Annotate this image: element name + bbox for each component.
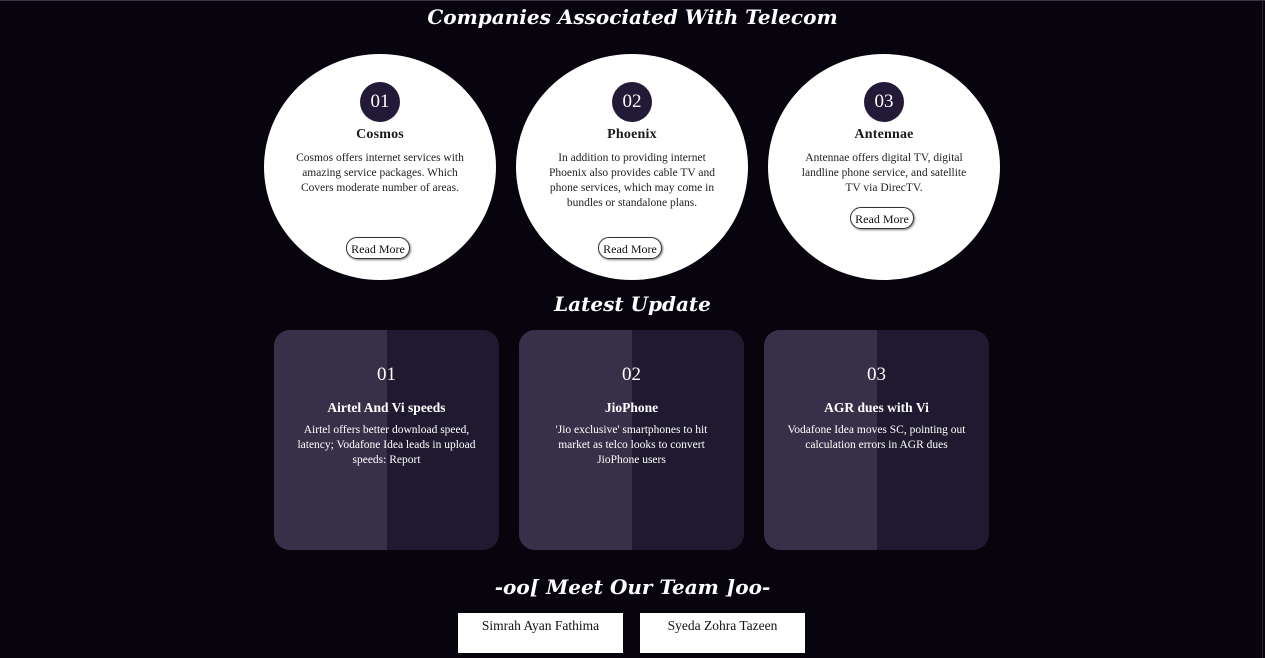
update-title: AGR dues with Vi — [824, 400, 929, 415]
company-card-antennae: 03 Antennae Antennae offers digital TV, … — [768, 54, 1000, 280]
update-card-airtel: 01 Airtel And Vi speeds Airtel offers be… — [274, 330, 499, 550]
update-number: 02 — [622, 364, 641, 385]
update-number: 01 — [377, 364, 396, 385]
scrollbar-edge — [1262, 0, 1263, 658]
company-name: Antennae — [854, 127, 914, 142]
team-member-card: Simrah Ayan Fathima — [458, 613, 623, 653]
company-card-phoenix: 02 Phoenix In addition to providing inte… — [516, 54, 748, 280]
company-number-badge: 01 — [360, 82, 400, 122]
company-name: Cosmos — [356, 127, 404, 142]
team-member-card: Syeda Zohra Tazeen — [640, 613, 805, 653]
update-description: Vodafone Idea moves SC, pointing out cal… — [787, 424, 966, 451]
company-number-badge: 03 — [864, 82, 904, 122]
company-card-cosmos: 01 Cosmos Cosmos offers internet service… — [264, 54, 496, 280]
read-more-button[interactable]: Read More — [598, 237, 662, 259]
company-description: Antennae offers digital TV, digital land… — [801, 152, 967, 194]
update-card-agr: 03 AGR dues with Vi Vodafone Idea moves … — [764, 330, 989, 550]
company-description: In addition to providing internet Phoeni… — [549, 152, 715, 209]
read-more-button[interactable]: Read More — [346, 237, 410, 259]
update-title: JioPhone — [604, 400, 659, 415]
team-section-title: -oo[ Meet Our Team ]oo- — [494, 575, 771, 599]
update-card-jiophone: 02 JioPhone 'Jio exclusive' smartphones … — [519, 330, 744, 550]
update-title: Airtel And Vi speeds — [327, 400, 446, 415]
read-more-button[interactable]: Read More — [850, 207, 914, 229]
companies-section-title: Companies Associated With Telecom — [427, 5, 838, 29]
top-divider — [0, 0, 1265, 1]
update-description: 'Jio exclusive' smartphones to hit marke… — [555, 424, 708, 466]
update-description: Airtel offers better download speed, lat… — [297, 424, 476, 466]
company-name: Phoenix — [607, 127, 657, 142]
update-number: 03 — [867, 364, 886, 385]
company-description: Cosmos offers internet services with ama… — [296, 152, 464, 194]
updates-section-title: Latest Update — [554, 292, 711, 316]
company-number-badge: 02 — [612, 82, 652, 122]
